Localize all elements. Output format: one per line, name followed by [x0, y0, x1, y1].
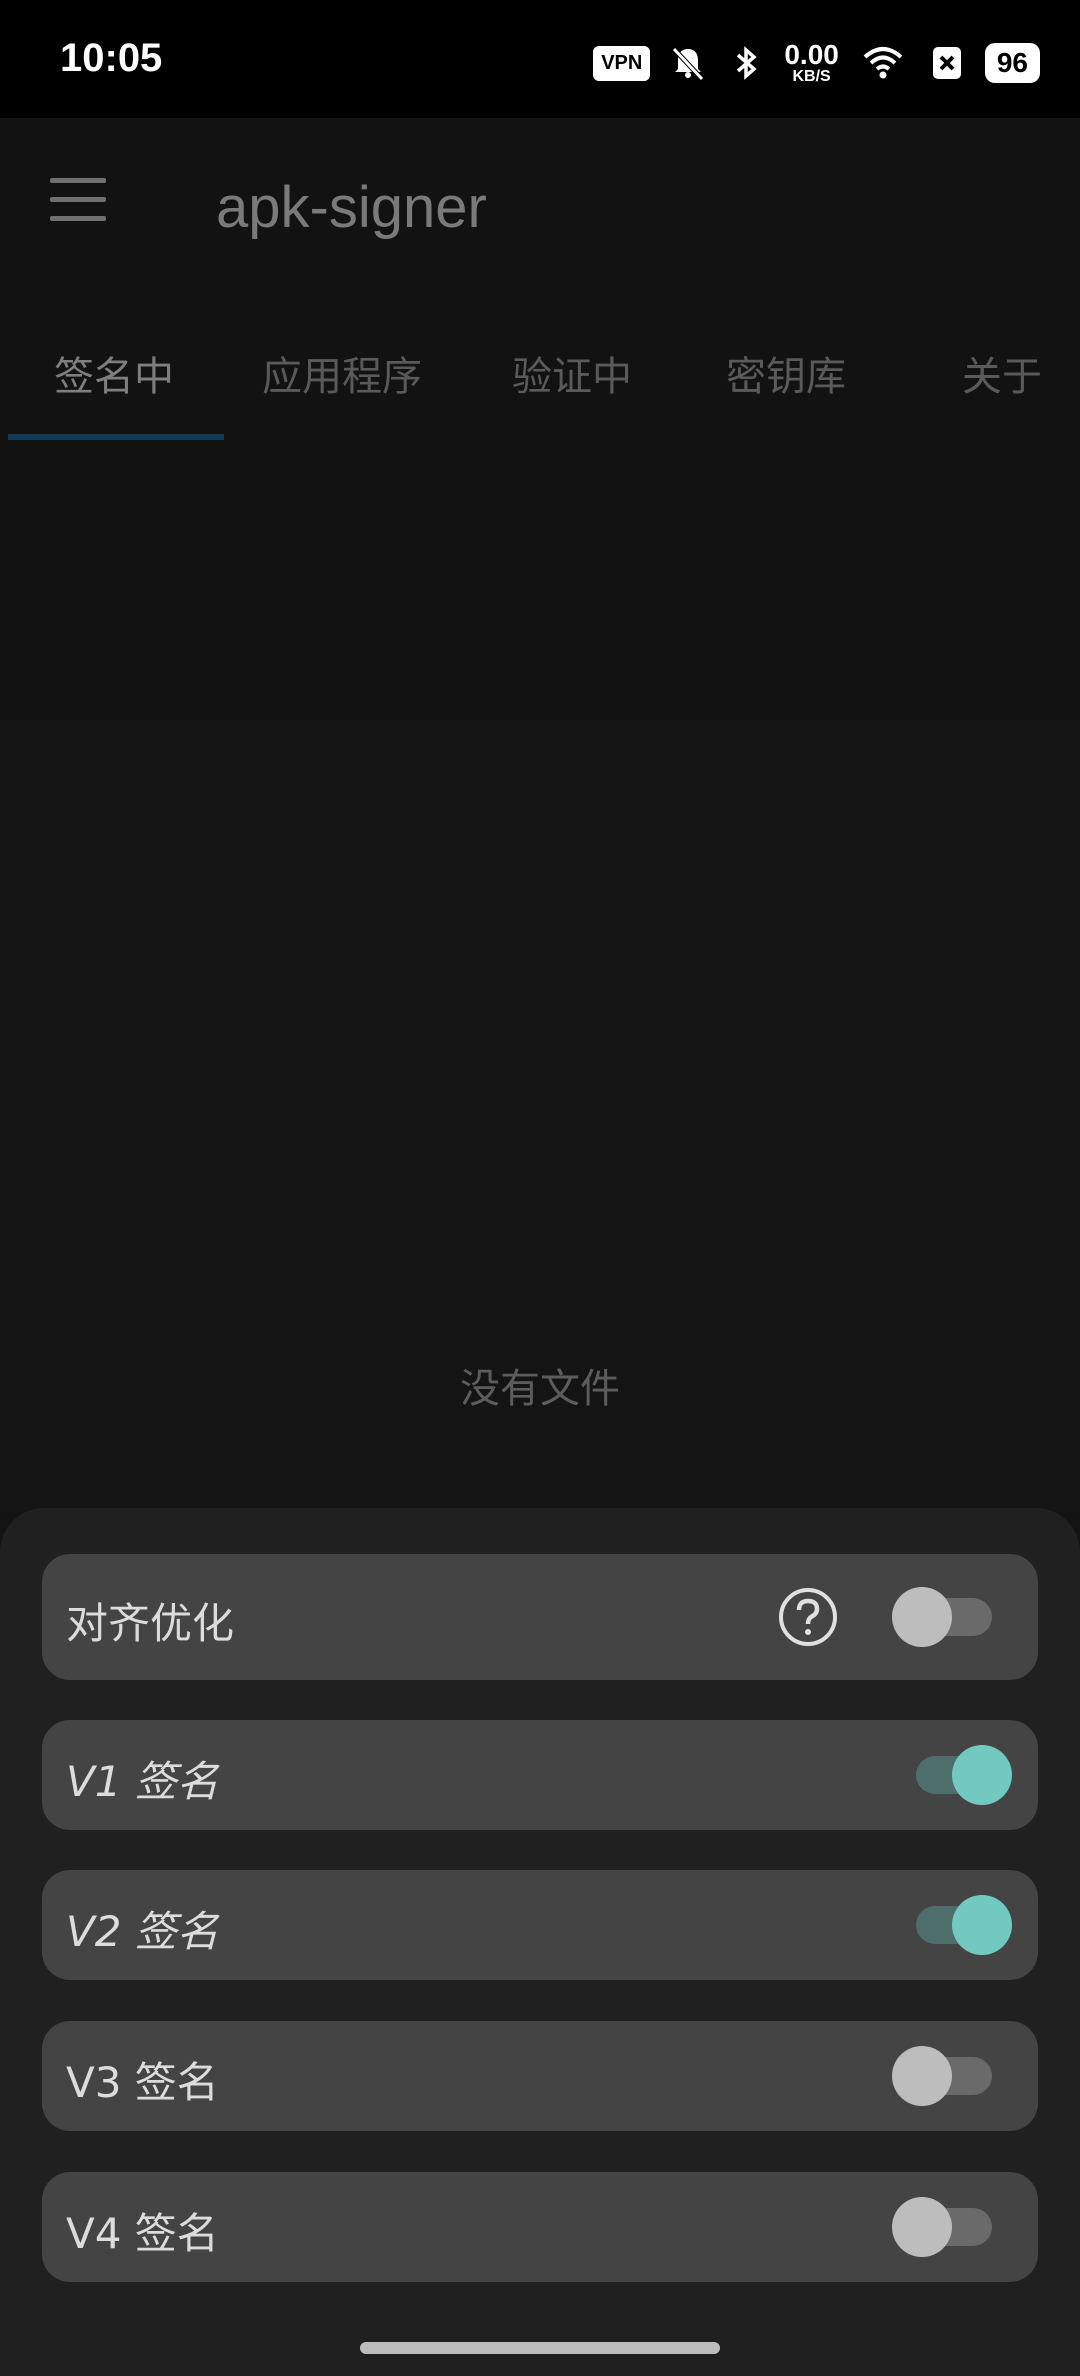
option-v2-signature[interactable]: V2 签名 — [42, 1870, 1038, 1980]
empty-state-text: 没有文件 — [460, 1366, 620, 1412]
bell-muted-icon — [672, 47, 705, 81]
tab-keystore[interactable]: 密钥库 — [726, 344, 846, 402]
menu-icon[interactable] — [50, 178, 118, 238]
sim-blocked-icon — [932, 47, 961, 79]
tab-signing[interactable]: 签名中 — [54, 344, 174, 402]
v3-signature-switch[interactable] — [892, 2046, 1012, 2106]
vpn-icon: VPN — [593, 45, 651, 81]
home-indicator[interactable] — [360, 2342, 720, 2354]
bluetooth-icon — [737, 46, 758, 80]
battery-icon: 96 — [984, 43, 1040, 83]
option-v1-signature[interactable]: V1 签名 — [42, 1720, 1038, 1830]
option-label: V2 签名 — [66, 1907, 219, 1956]
option-label: V1 签名 — [66, 1757, 219, 1806]
tab-verifying[interactable]: 验证中 — [512, 344, 632, 402]
option-label: V3 签名 — [66, 2058, 219, 2107]
app-title: apk-signer — [216, 175, 487, 240]
signing-options-sheet: 对齐优化 V1 签名 V2 签名 V3 签名 V4 签名 — [0, 1508, 1080, 2376]
v4-signature-switch[interactable] — [892, 2197, 1012, 2257]
header-area — [0, 444, 1080, 720]
wifi-icon — [863, 47, 903, 79]
option-v3-signature[interactable]: V3 签名 — [42, 2021, 1038, 2131]
clock: 10:05 — [60, 36, 163, 80]
option-label: 对齐优化 — [66, 1599, 235, 1648]
tab-indicator — [8, 434, 224, 440]
option-v4-signature[interactable]: V4 签名 — [42, 2172, 1038, 2282]
network-speed: 0.00 KB/S — [784, 39, 839, 85]
app-bar: apk-signer — [0, 118, 1080, 300]
status-icons: VPN 0.00 KB/S 96 — [593, 34, 1040, 92]
help-icon[interactable] — [778, 1587, 838, 1647]
v2-signature-switch[interactable] — [892, 1895, 1012, 1955]
zipalign-switch[interactable] — [892, 1587, 1012, 1647]
status-bar: 10:05 VPN 0.00 KB/S 96 — [0, 0, 1080, 118]
tab-bar: 签名中 应用程序 验证中 密钥库 关于 — [0, 300, 1080, 444]
option-zipalign[interactable]: 对齐优化 — [42, 1554, 1038, 1680]
tab-about[interactable]: 关于 — [962, 344, 1042, 402]
v1-signature-switch[interactable] — [892, 1745, 1012, 1805]
option-label: V4 签名 — [66, 2209, 219, 2258]
tab-applications[interactable]: 应用程序 — [262, 344, 422, 402]
